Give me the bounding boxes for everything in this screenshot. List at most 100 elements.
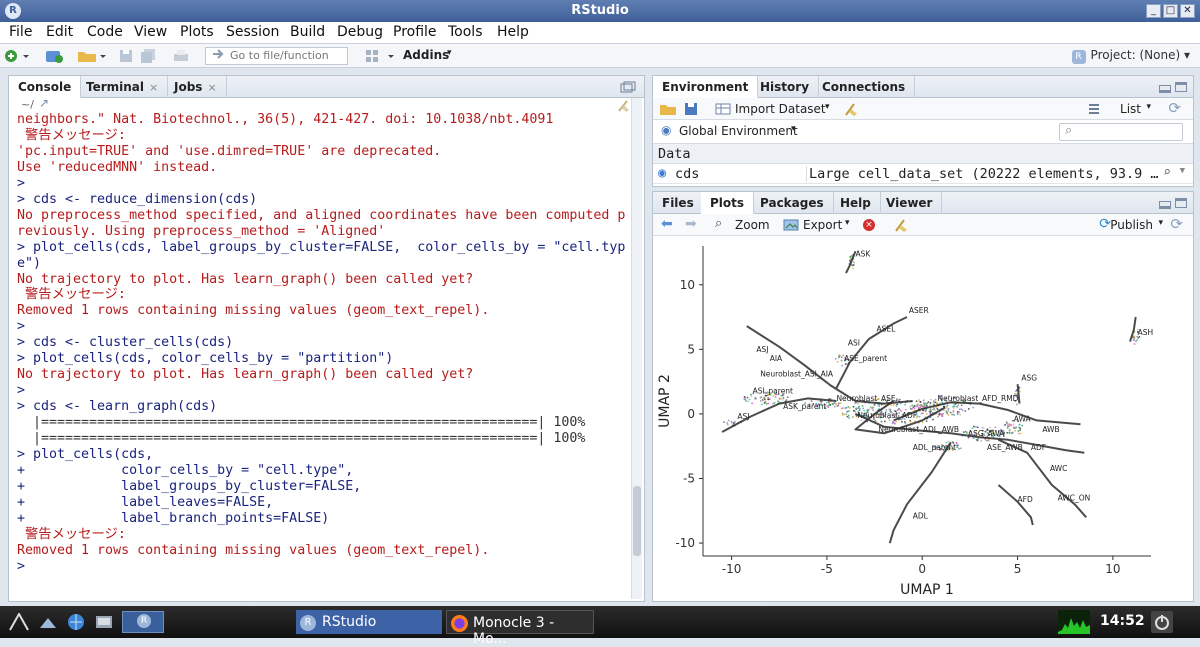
export-menu[interactable]: Export [803, 218, 842, 232]
console-line: No trajectory to plot. Has learn_graph()… [17, 367, 474, 383]
save-workspace-icon[interactable] [683, 101, 699, 117]
environment-row-cds[interactable]: ◉ cds Large cell_data_set (20222 element… [653, 164, 1193, 184]
new-file-icon[interactable] [4, 48, 30, 64]
y-tick-label: 5 [687, 342, 695, 356]
view-mode-dropdown-icon[interactable]: ▾ [1146, 102, 1151, 112]
show-desktop-icon[interactable] [38, 614, 60, 630]
cell-point [890, 404, 893, 406]
previous-plot-arrow-icon[interactable]: ⬅ [661, 216, 673, 232]
console-line: > [17, 383, 26, 399]
tab-terminal[interactable]: Terminal × [77, 76, 169, 98]
publish-dropdown-icon[interactable]: ▾ [1158, 218, 1163, 228]
environment-toolbar: Import Dataset ▾ List ▾ ⟳ [653, 98, 1193, 120]
environment-section-data: Data [653, 144, 1193, 164]
file-manager-icon[interactable] [94, 613, 114, 631]
import-dataset-dropdown-icon[interactable]: ▾ [825, 102, 830, 112]
close-window-button[interactable]: ✕ [1180, 4, 1195, 18]
save-all-icon[interactable] [140, 48, 158, 64]
tab-jobs[interactable]: Jobs × [165, 76, 227, 98]
power-icon[interactable] [1151, 611, 1173, 633]
cell-point [747, 400, 749, 403]
maximize-window-button[interactable]: □ [1163, 4, 1178, 18]
cell-point [973, 425, 975, 428]
global-environment-menu[interactable]: Global Environment [679, 124, 798, 138]
export-dropdown-icon[interactable]: ▾ [845, 218, 850, 228]
addins-dropdown-icon[interactable]: ▾ [447, 48, 452, 64]
taskbar-item-firefox[interactable]: Monocle 3 - Mo... [446, 610, 594, 647]
start-menu-icon[interactable] [8, 613, 30, 631]
import-dataset-button[interactable]: Import Dataset [735, 102, 826, 116]
scroll-down-arrow-icon[interactable]: ▼ [1180, 166, 1185, 176]
menu-tools[interactable]: Tools [448, 24, 483, 40]
cell-point [932, 402, 935, 404]
menu-plots[interactable]: Plots [180, 24, 214, 40]
minimize-plots-pane-icon[interactable] [1159, 201, 1171, 209]
menu-build[interactable]: Build [290, 24, 325, 40]
console-line: No preprocess_method specified, and alig… [17, 207, 626, 223]
tab-connections[interactable]: Connections [813, 76, 916, 98]
tab-environment[interactable]: Environment [653, 76, 759, 98]
menu-debug[interactable]: Debug [337, 24, 383, 40]
refresh-plot-icon[interactable]: ⟳ [1170, 215, 1183, 233]
umap-plot[interactable]: -10 -5 0 5 10 -10 -5 0 5 10 UMAP 1 UMAP 2 ASK ASER ASH… [653, 236, 1193, 601]
console-scrollbar-thumb[interactable] [633, 486, 641, 556]
tab-packages[interactable]: Packages [751, 192, 834, 214]
clear-workspace-broom-icon[interactable] [843, 101, 861, 117]
view-mode-list-menu[interactable]: List [1120, 102, 1141, 116]
web-browser-icon[interactable] [66, 612, 86, 632]
tab-files[interactable]: Files [653, 192, 704, 214]
tab-history[interactable]: History [751, 76, 820, 98]
menu-view[interactable]: View [134, 24, 167, 40]
maximize-pane-icon[interactable] [620, 81, 636, 93]
search-icon: ⌕ [1065, 123, 1073, 138]
close-jobs-tab-icon[interactable]: × [207, 81, 216, 94]
menu-profile[interactable]: Profile [393, 24, 437, 40]
cell-point [924, 409, 926, 412]
zoom-button[interactable]: Zoom [735, 218, 770, 232]
load-workspace-icon[interactable] [659, 101, 677, 117]
workspace-panes-icon[interactable] [364, 48, 398, 64]
menu-code[interactable]: Code [87, 24, 123, 40]
addins-menu[interactable]: Addins [403, 48, 449, 64]
taskbar-clock[interactable]: 14:52 [1100, 613, 1145, 629]
next-plot-arrow-icon[interactable]: ➡ [685, 216, 697, 232]
environment-search-input[interactable]: ⌕ [1059, 123, 1183, 141]
go-to-file-function-input[interactable]: Go to file/function [205, 47, 348, 65]
view-data-search-icon[interactable]: ⌕ [1163, 165, 1171, 180]
maximize-environment-pane-icon[interactable] [1175, 82, 1187, 92]
workspace-switcher[interactable]: R [122, 611, 164, 633]
menu-file[interactable]: File [9, 24, 32, 40]
project-menu[interactable]: R Project: (None) ▾ [1071, 48, 1190, 64]
console-output[interactable]: neighbors." Nat. Biotechnol., 36(5), 421… [17, 112, 632, 575]
remove-plot-icon[interactable]: × [863, 219, 875, 231]
close-terminal-tab-icon[interactable]: × [149, 81, 158, 94]
main-toolbar: Go to file/function Addins ▾ R Project: (… [0, 44, 1200, 68]
publish-button[interactable]: Publish [1110, 218, 1153, 232]
refresh-environment-icon[interactable]: ⟳ [1168, 99, 1181, 117]
clear-plots-broom-icon[interactable] [893, 217, 911, 233]
print-icon[interactable] [172, 48, 190, 64]
cell-point [958, 447, 961, 450]
chart-marks: -10 -5 0 5 10 -10 -5 0 5 10 UMAP 1 UMAP 2 ASK ASER ASH… [657, 246, 1153, 598]
taskbar-item-rstudio[interactable]: R RStudio [296, 610, 442, 634]
window-titlebar[interactable]: R RStudio _ □ ✕ [0, 0, 1200, 22]
save-icon[interactable] [118, 48, 134, 64]
menu-session[interactable]: Session [226, 24, 279, 40]
open-file-icon[interactable] [76, 48, 108, 64]
cell-point [847, 405, 850, 408]
tab-help[interactable]: Help [831, 192, 881, 214]
menu-edit[interactable]: Edit [46, 24, 73, 40]
tab-viewer[interactable]: Viewer [877, 192, 943, 214]
maximize-plots-pane-icon[interactable] [1175, 198, 1187, 208]
tab-console[interactable]: Console [9, 76, 82, 98]
tab-plots[interactable]: Plots [701, 192, 755, 214]
working-directory[interactable]: ~/ [21, 98, 34, 111]
new-project-icon[interactable] [44, 48, 66, 64]
cell-point [975, 426, 977, 428]
environment-scope-dropdown-icon[interactable]: ▾ [791, 124, 796, 134]
menu-help[interactable]: Help [497, 24, 529, 40]
minimize-environment-pane-icon[interactable] [1159, 85, 1171, 93]
minimize-window-button[interactable]: _ [1146, 4, 1161, 18]
console-scrollbar[interactable] [631, 98, 642, 599]
go-directory-icon[interactable]: ↗ [39, 96, 49, 110]
